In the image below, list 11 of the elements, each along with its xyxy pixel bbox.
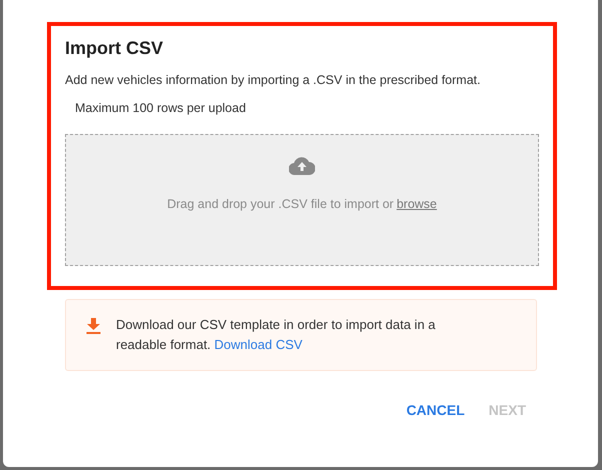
browse-link[interactable]: browse xyxy=(396,195,437,214)
template-text: Download our CSV template in order to import data in a readable format. Download CSV xyxy=(116,316,436,354)
cloud-upload-icon xyxy=(289,157,315,175)
download-icon xyxy=(86,318,101,334)
dialog-title: Import CSV xyxy=(65,37,164,60)
action-button[interactable]: CANCEL xyxy=(405,401,466,419)
description: Add new vehicles information by importing a .CSV in the prescribed format. xyxy=(65,72,482,88)
limit-note: Maximum 100 rows per upload xyxy=(75,100,247,116)
drop-instructions: Drag and drop your .CSV file to import or xyxy=(167,196,394,213)
drop-zone[interactable]: Drag and drop your .CSV file to import or browse xyxy=(65,134,539,266)
download-csv-link[interactable]: Download CSV xyxy=(214,337,302,352)
